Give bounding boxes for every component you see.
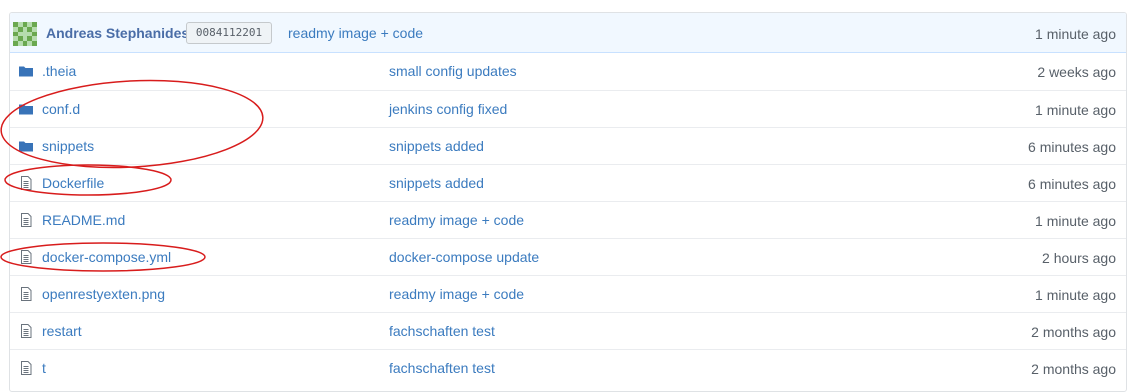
folder-icon: [18, 63, 34, 79]
file-commit-age: 2 weeks ago: [1037, 64, 1116, 80]
commit-sha-button[interactable]: 0084112201: [186, 22, 272, 44]
file-name-link[interactable]: t: [42, 360, 46, 376]
file-commit-age: 6 minutes ago: [1028, 139, 1116, 155]
file-name-link[interactable]: Dockerfile: [42, 175, 104, 191]
file-commit-message-link[interactable]: snippets added: [389, 175, 484, 191]
file-icon: [18, 323, 34, 339]
file-icon: [18, 249, 34, 265]
file-commit-message-link[interactable]: readmy image + code: [389, 212, 524, 228]
file-commit-message-link[interactable]: readmy image + code: [389, 286, 524, 302]
file-row[interactable]: docker-compose.yml docker-compose update 2…: [10, 238, 1126, 275]
file-name-link[interactable]: openrestyexten.png: [42, 286, 165, 302]
file-commit-message-link[interactable]: small config updates: [389, 63, 517, 79]
commit-message-link[interactable]: readmy image + code: [288, 25, 423, 41]
file-commit-message-link[interactable]: snippets added: [389, 138, 484, 154]
file-icon: [18, 212, 34, 228]
file-row[interactable]: README.md readmy image + code 1 minute ago: [10, 201, 1126, 238]
file-row[interactable]: snippets snippets added 6 minutes ago: [10, 127, 1126, 164]
commit-age: 1 minute ago: [1035, 26, 1116, 42]
file-commit-age: 2 months ago: [1031, 324, 1116, 340]
commit-author[interactable]: Andreas Stephanides: [46, 25, 189, 41]
file-name-link[interactable]: snippets: [42, 138, 94, 154]
file-row[interactable]: t fachschaften test 2 months ago: [10, 349, 1126, 386]
file-commit-age: 2 months ago: [1031, 361, 1116, 377]
file-row[interactable]: openrestyexten.png readmy image + code 1 m…: [10, 275, 1126, 312]
latest-commit-bar: Andreas Stephanides 0084112201 readmy im…: [10, 13, 1126, 53]
folder-icon: [18, 138, 34, 154]
file-row[interactable]: conf.d jenkins config fixed 1 minute ago: [10, 90, 1126, 127]
file-row[interactable]: Dockerfile snippets added 6 minutes ago: [10, 164, 1126, 201]
avatar[interactable]: [13, 22, 37, 46]
file-commit-message-link[interactable]: jenkins config fixed: [389, 101, 507, 117]
file-name-link[interactable]: .theia: [42, 63, 76, 79]
file-commit-age: 1 minute ago: [1035, 287, 1116, 303]
file-icon: [18, 360, 34, 376]
file-commit-age: 1 minute ago: [1035, 213, 1116, 229]
file-name-link[interactable]: conf.d: [42, 101, 80, 117]
file-commit-age: 1 minute ago: [1035, 102, 1116, 118]
file-commit-age: 2 hours ago: [1042, 250, 1116, 266]
file-name-link[interactable]: README.md: [42, 212, 125, 228]
file-row[interactable]: .theia small config updates 2 weeks ago: [10, 53, 1126, 90]
file-commit-age: 6 minutes ago: [1028, 176, 1116, 192]
folder-icon: [18, 101, 34, 117]
file-icon: [18, 286, 34, 302]
file-icon: [18, 175, 34, 191]
file-row[interactable]: restart fachschaften test 2 months ago: [10, 312, 1126, 349]
file-commit-message-link[interactable]: fachschaften test: [389, 323, 495, 339]
file-browser: Andreas Stephanides 0084112201 readmy im…: [9, 12, 1127, 392]
file-name-link[interactable]: restart: [42, 323, 82, 339]
file-name-link[interactable]: docker-compose.yml: [42, 249, 171, 265]
file-commit-message-link[interactable]: docker-compose update: [389, 249, 539, 265]
file-commit-message-link[interactable]: fachschaften test: [389, 360, 495, 376]
file-list: .theia small config updates 2 weeks ago con…: [10, 53, 1126, 386]
